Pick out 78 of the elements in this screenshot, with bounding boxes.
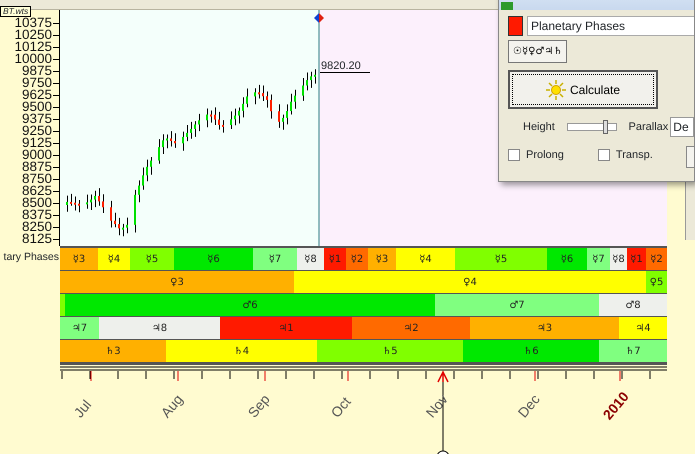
color-swatch[interactable]: [508, 16, 523, 36]
checkbox[interactable]: [598, 149, 610, 162]
phase-segment: ♀4: [294, 271, 646, 293]
axis-label: 8250: [22, 221, 52, 233]
sun-icon: [546, 80, 566, 100]
height-label: Height: [523, 120, 555, 135]
axis-label: 10250: [14, 29, 52, 41]
phase-segment: ☿7: [253, 248, 297, 270]
checkbox-label: Transp.: [616, 148, 653, 163]
axis-label: 9875: [22, 65, 52, 77]
phase-segment: ☿1: [627, 248, 646, 270]
phase-segment: ♄6: [463, 340, 599, 362]
phase-segment: ♂6: [65, 294, 435, 316]
price-label: 9820.20: [320, 60, 370, 73]
axis-label: 9250: [22, 125, 52, 137]
axis-label: 10125: [14, 41, 52, 53]
phase-segment: ♃3: [470, 317, 619, 339]
phase-segment: ☿5: [455, 248, 547, 270]
phase-segment: ♄5: [317, 340, 463, 362]
axis-label: 10375: [14, 17, 52, 29]
parallax-field[interactable]: De: [670, 117, 694, 137]
app-icon: [501, 2, 513, 10]
phase-segment: ♄3: [60, 340, 166, 362]
axis-label: 9625: [22, 89, 52, 101]
phase-segment: ☿4: [98, 248, 130, 270]
phase-segment: ♀5: [646, 271, 667, 293]
phase-segment: ♃4: [619, 317, 667, 339]
phase-segment: ♂7: [435, 294, 599, 316]
month-label: Oct: [326, 392, 355, 422]
month-label: Nov: [422, 390, 452, 422]
arrow-icon: [437, 370, 449, 383]
height-slider[interactable]: [602, 120, 608, 134]
phase-segment: ☿4: [396, 248, 455, 270]
cursor-handle[interactable]: [436, 450, 450, 454]
axis-label: 8875: [22, 161, 52, 173]
axis-label: 9750: [22, 77, 52, 89]
axis-label: 9500: [22, 101, 52, 113]
phase-segment: ♀3: [60, 271, 294, 293]
axis-label: 8750: [22, 173, 52, 185]
phase-segment: ♃2: [352, 317, 470, 339]
phase-segment: ☿5: [130, 248, 174, 270]
month-label: Jul: [70, 396, 96, 422]
axis-label: 9000: [22, 149, 52, 161]
phase-segment: ☿8: [610, 248, 627, 270]
checkbox[interactable]: [508, 149, 520, 162]
axis-label: 9375: [22, 113, 52, 125]
month-label: Aug: [156, 390, 187, 422]
phase-segment: ☿6: [547, 248, 587, 270]
month-label: Dec: [514, 390, 544, 422]
phase-segment: ☿3: [60, 248, 98, 270]
axis-label: 8625: [22, 185, 52, 197]
axis-label: 8500: [22, 197, 52, 209]
axis-label: 8375: [22, 209, 52, 221]
phase-segment: ♂8: [599, 294, 667, 316]
name-field[interactable]: Planetary Phases: [527, 16, 694, 36]
phase-segment: ☿2: [346, 248, 368, 270]
phase-segment: ☿8: [297, 248, 324, 270]
planets-button[interactable]: ☉☿♀♂♃♄: [508, 40, 568, 63]
phase-segment: ♃1: [220, 317, 352, 339]
phase-segment: ☿1: [324, 248, 346, 270]
checkbox-label: Prolong: [526, 148, 564, 163]
axis-label: 8125: [22, 233, 52, 245]
phase-segment: ☿2: [646, 248, 667, 270]
phase-segment: ♃8: [99, 317, 220, 339]
marker-icon[interactable]: [314, 13, 324, 23]
phase-segment: ♄4: [166, 340, 317, 362]
axis-label: 9125: [22, 137, 52, 149]
indicator-label: tary Phases: [4, 250, 59, 265]
phase-segment: ☿3: [368, 248, 396, 270]
file-tag: BT.wts: [0, 6, 32, 17]
phase-segment: ☿6: [174, 248, 253, 270]
phase-segment: ☿7: [587, 248, 610, 270]
parallax-label: Parallax: [628, 120, 668, 135]
phase-segment: ♃7: [60, 317, 99, 339]
calculate-button[interactable]: Calculate: [508, 70, 658, 109]
phase-segment: ♄7: [599, 340, 667, 362]
axis-label: 10000: [14, 53, 52, 65]
month-label: Sep: [244, 390, 274, 422]
